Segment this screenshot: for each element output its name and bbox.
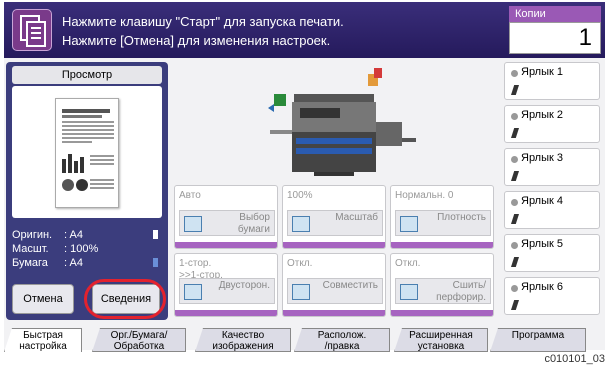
- shortcut-button[interactable]: Ярлык 6: [504, 277, 600, 315]
- copies-label: Копии: [509, 6, 601, 22]
- setting-button[interactable]: Совместить: [287, 278, 383, 304]
- shortcut-button[interactable]: Ярлык 2: [504, 105, 600, 143]
- preview-area: [12, 86, 162, 218]
- shortcut-label: Ярлык 5: [521, 238, 563, 250]
- printer-icon: [268, 68, 416, 176]
- info-value: : 100%: [64, 243, 99, 255]
- function-tab[interactable]: Располож. /правка: [294, 328, 390, 352]
- job-info: Оригин. : A4 Масшт. : 100% Бумага : A4: [12, 228, 162, 270]
- info-label: Масшт.: [12, 243, 49, 255]
- setting-label: Выбор бумаги: [237, 212, 270, 235]
- edit-icon: [511, 85, 519, 95]
- setting-cell[interactable]: 100% Масштаб: [282, 185, 386, 249]
- edit-icon: [511, 257, 519, 267]
- info-label: Бумага: [12, 257, 48, 269]
- status-line-2: Нажмите [Отмена] для изменения настроек.: [62, 33, 331, 48]
- setting-icon: [292, 284, 310, 300]
- shortcut-label: Ярлык 2: [521, 109, 563, 121]
- status-line-1: Нажмите клавишу "Старт" для запуска печа…: [62, 14, 344, 29]
- setting-accent-bar: [175, 242, 277, 248]
- shortcut-button[interactable]: Ярлык 1: [504, 62, 600, 100]
- cancel-button[interactable]: Отмена: [12, 284, 74, 314]
- device-illustration: [174, 62, 498, 182]
- setting-value: Нормальн. 0: [395, 190, 454, 201]
- info-row-zoom: Масшт. : 100%: [12, 242, 162, 256]
- shortcut-label: Ярлык 4: [521, 195, 563, 207]
- preview-tab[interactable]: Просмотр: [12, 66, 162, 84]
- setting-button[interactable]: Выбор бумаги: [179, 210, 275, 236]
- setting-icon: [292, 216, 310, 232]
- page-thumbnail: [55, 98, 119, 208]
- setting-accent-bar: [283, 310, 385, 316]
- setting-label: Масштаб: [335, 212, 378, 223]
- setting-label: Двусторон.: [218, 280, 270, 291]
- info-value: : A4: [64, 229, 83, 241]
- shortcut-label: Ярлык 1: [521, 66, 563, 78]
- setting-button[interactable]: Сшить/ перфорир.: [395, 278, 491, 304]
- setting-value: Авто: [179, 190, 201, 201]
- edit-icon: [511, 171, 519, 181]
- shortcut-dot-icon: [511, 156, 518, 163]
- shortcut-dot-icon: [511, 113, 518, 120]
- setting-value: Откл.: [287, 258, 313, 269]
- function-tab[interactable]: Качество изображения: [195, 328, 291, 352]
- status-message: Нажмите клавишу "Старт" для запуска печа…: [62, 12, 344, 50]
- highlight-ring: [84, 279, 166, 319]
- setting-cell[interactable]: Нормальн. 0 Плотность: [390, 185, 494, 249]
- settings-grid: Авто Выбор бумаги 100% Масштаб Нормальн. 0 Пл…: [174, 185, 498, 319]
- copies-count[interactable]: 1: [509, 22, 601, 54]
- setting-accent-bar: [175, 310, 277, 316]
- setting-label: Совместить: [322, 280, 378, 291]
- setting-button[interactable]: Двусторон.: [179, 278, 275, 304]
- setting-icon: [184, 216, 202, 232]
- function-tab[interactable]: Орг./Бумага/ Обработка: [92, 328, 186, 352]
- setting-button[interactable]: Масштаб: [287, 210, 383, 236]
- setting-cell[interactable]: Авто Выбор бумаги: [174, 185, 278, 249]
- function-tab[interactable]: Расширенная установка: [394, 328, 488, 352]
- setting-value: 100%: [287, 190, 313, 201]
- copy-screen: Нажмите клавишу "Старт" для запуска печа…: [4, 2, 605, 350]
- figure-code: c010101_03: [544, 353, 605, 365]
- info-value: : A4: [64, 257, 83, 269]
- shortcut-label: Ярлык 6: [521, 281, 563, 293]
- setting-cell[interactable]: 1-стор. >>1-стор. Двусторон.: [174, 253, 278, 317]
- edit-icon: [511, 214, 519, 224]
- shortcut-button[interactable]: Ярлык 5: [504, 234, 600, 272]
- setting-icon: [400, 284, 418, 300]
- setting-cell[interactable]: Откл. Совместить: [282, 253, 386, 317]
- setting-label: Сшить/ перфорир.: [436, 280, 486, 303]
- shortcut-dot-icon: [511, 199, 518, 206]
- setting-cell[interactable]: Откл. Сшить/ перфорир.: [390, 253, 494, 317]
- info-row-original: Оригин. : A4: [12, 228, 162, 242]
- paper-icon: [153, 258, 158, 267]
- edit-icon: [511, 300, 519, 310]
- function-tab[interactable]: Программа: [490, 328, 586, 352]
- setting-accent-bar: [391, 242, 493, 248]
- setting-icon: [184, 284, 202, 300]
- setting-value: Откл.: [395, 258, 421, 269]
- shortcut-dot-icon: [511, 70, 518, 77]
- function-tabs: Быстрая настройка Орг./Бумага/ Обработка К…: [4, 328, 605, 352]
- info-label: Оригин.: [12, 229, 53, 241]
- setting-icon: [400, 216, 418, 232]
- shortcut-button[interactable]: Ярлык 4: [504, 191, 600, 229]
- shortcut-label: Ярлык 3: [521, 152, 563, 164]
- info-row-paper: Бумага : A4: [12, 256, 162, 270]
- copy-icon: [12, 9, 52, 51]
- setting-accent-bar: [391, 310, 493, 316]
- setting-label: Плотность: [437, 212, 486, 223]
- setting-button[interactable]: Плотность: [395, 210, 491, 236]
- shortcut-button[interactable]: Ярлык 3: [504, 148, 600, 186]
- edit-icon: [511, 128, 519, 138]
- function-tab[interactable]: Быстрая настройка: [4, 328, 82, 352]
- message-bar: Нажмите клавишу "Старт" для запуска печа…: [4, 2, 605, 58]
- page-icon: [153, 230, 158, 239]
- shortcut-dot-icon: [511, 242, 518, 249]
- shortcut-dot-icon: [511, 285, 518, 292]
- setting-accent-bar: [283, 242, 385, 248]
